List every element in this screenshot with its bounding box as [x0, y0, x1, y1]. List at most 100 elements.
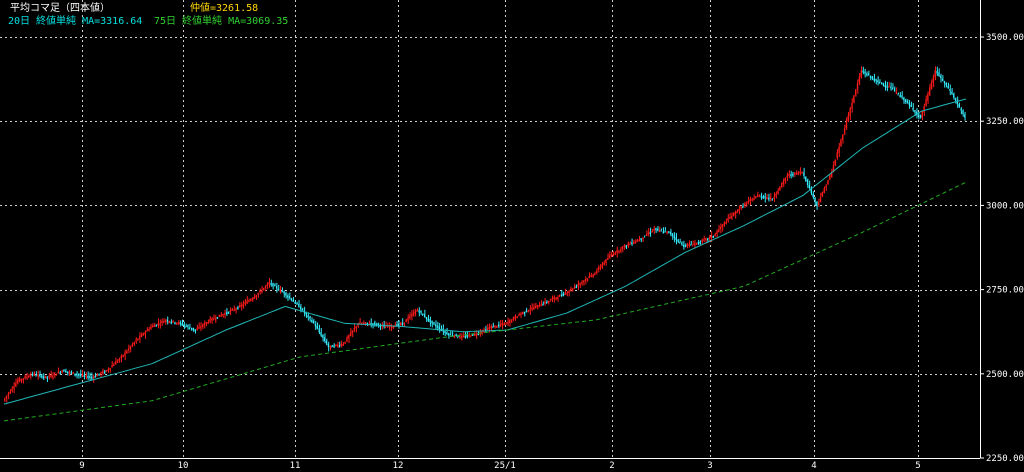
up-candle: [538, 305, 540, 308]
down-candle: [35, 374, 37, 377]
up-candle: [734, 211, 736, 215]
down-candle: [464, 336, 466, 339]
up-candle: [200, 326, 202, 329]
up-candle: [736, 211, 738, 214]
up-candle: [925, 99, 927, 106]
up-candle: [570, 288, 572, 291]
up-candle: [460, 335, 462, 338]
down-candle: [664, 230, 666, 233]
up-candle: [518, 314, 520, 317]
down-candle: [74, 373, 76, 376]
time-tick-label: 10: [178, 461, 189, 471]
up-candle: [564, 292, 566, 295]
up-candle: [411, 314, 412, 317]
ma20-legend: 20日 終値単純 MA=3316.64: [8, 16, 143, 27]
down-candle: [764, 196, 766, 199]
up-candle: [633, 242, 634, 245]
up-candle: [786, 175, 788, 178]
down-candle: [181, 323, 183, 326]
up-candle: [157, 322, 159, 325]
up-candle: [164, 320, 166, 323]
up-candle: [53, 373, 55, 376]
up-candle: [9, 391, 11, 394]
up-candle: [48, 375, 50, 378]
up-candle: [855, 89, 856, 96]
down-candle: [897, 93, 899, 96]
up-candle: [723, 222, 725, 226]
up-candle: [536, 304, 538, 307]
down-candle: [277, 288, 279, 291]
down-candle: [690, 243, 692, 246]
down-candle: [76, 373, 78, 376]
up-candle: [33, 373, 35, 376]
up-candle: [618, 250, 620, 253]
up-candle: [279, 289, 281, 292]
down-candle: [869, 75, 871, 78]
up-candle: [137, 338, 139, 341]
up-candle: [727, 217, 729, 221]
up-candle: [583, 280, 585, 283]
up-candle: [553, 297, 555, 300]
up-candle: [349, 332, 351, 336]
up-candle: [686, 244, 688, 247]
up-candle: [801, 171, 803, 174]
up-candle: [520, 313, 522, 316]
down-candle: [422, 313, 424, 316]
up-candle: [346, 337, 348, 342]
up-candle: [405, 319, 407, 323]
up-candle: [755, 196, 757, 199]
up-candle: [385, 326, 387, 329]
up-candle: [242, 304, 244, 307]
down-candle: [699, 241, 701, 244]
up-candle: [490, 326, 492, 329]
down-candle: [657, 228, 659, 231]
up-candle: [50, 374, 52, 378]
down-candle: [325, 340, 327, 345]
up-candle: [601, 264, 603, 268]
up-candle: [488, 327, 490, 330]
down-candle: [227, 311, 229, 314]
up-candle: [211, 318, 213, 321]
up-candle: [218, 314, 220, 317]
up-candle: [44, 375, 46, 378]
down-candle: [742, 206, 744, 209]
down-candle: [879, 81, 881, 84]
up-candle: [596, 270, 597, 274]
down-candle: [298, 303, 300, 308]
up-candle: [666, 231, 668, 234]
up-candle: [769, 197, 771, 200]
up-candle: [701, 239, 703, 242]
up-candle: [612, 254, 614, 257]
down-candle: [882, 83, 884, 86]
down-candle: [866, 73, 868, 76]
down-candle: [816, 201, 818, 206]
down-candle: [862, 70, 864, 73]
down-candle: [170, 321, 172, 324]
up-candle: [509, 320, 511, 323]
up-candle: [818, 202, 819, 206]
up-candle: [586, 278, 588, 281]
up-candle: [608, 255, 610, 258]
down-candle: [90, 376, 92, 379]
down-candle: [46, 376, 48, 379]
down-candle: [562, 293, 564, 296]
down-candle: [190, 327, 192, 330]
up-candle: [85, 374, 87, 377]
down-candle: [899, 95, 901, 98]
down-candle: [446, 332, 448, 335]
time-tick-label: 5: [915, 461, 920, 471]
down-candle: [166, 319, 168, 322]
down-candle: [670, 231, 671, 235]
up-candle: [229, 310, 231, 313]
up-candle: [266, 283, 268, 286]
down-candle: [296, 302, 298, 305]
down-candle: [707, 238, 708, 241]
up-candle: [57, 371, 59, 374]
down-candle: [66, 371, 68, 374]
down-candle: [59, 372, 61, 375]
up-candle: [856, 83, 858, 90]
down-candle: [448, 333, 449, 336]
up-candle: [412, 312, 414, 316]
up-candle: [745, 202, 747, 205]
up-candle: [494, 325, 496, 328]
